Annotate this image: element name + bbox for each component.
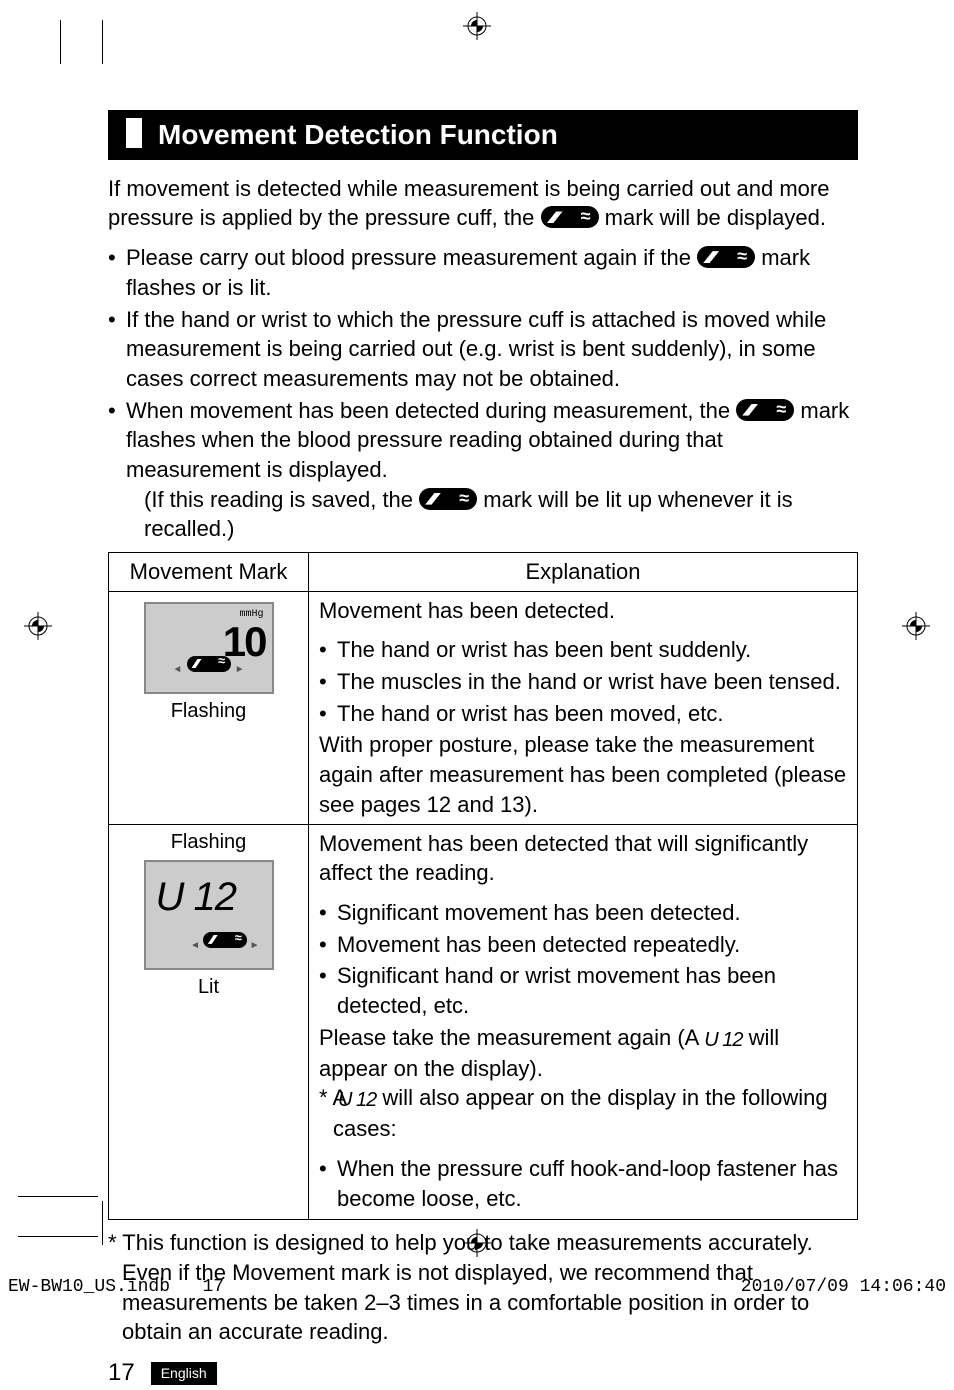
movement-mark-icon [187,656,231,672]
explanation-text: With proper posture, please take the mea… [319,730,847,819]
text-fragment: Please take the measurement again (A [319,1025,704,1050]
explanation-list: When the pressure cuff hook-and-loop fas… [319,1154,847,1213]
print-imprint: EW-BW10_US.indb 17 2010/07/09 14:06:40 [0,1275,954,1299]
movement-mark-icon [736,399,794,421]
explanation-cell: Movement has been detected that will sig… [309,824,858,1220]
movement-mark-cell: Flashing U 12 ◄ ► Lit [109,824,309,1220]
movement-mark-icon [541,206,599,228]
mark-state-label: Flashing [119,829,298,856]
bullet-subtext: (If this reading is saved, the mark will… [126,485,858,544]
movement-mark-icon [419,488,477,510]
language-badge: English [151,1362,217,1385]
text-fragment: will also appear on the display in the f… [333,1085,828,1141]
lcd-display-icon: U 12 ◄ ► [144,860,274,970]
lcd-movement-indicator: ◄ ► [146,652,272,682]
crop-mark [18,1196,98,1197]
lcd-movement-indicator: ◄ ► [190,926,259,956]
movement-mark-cell: mmHg 10 ◄ ► Flashing [109,591,309,824]
u12-glyph-icon: U 12 [352,1087,376,1114]
bullet-item: If the hand or wrist to which the pressu… [108,305,858,394]
page-footer: 17 English [108,1357,858,1389]
explanation-item: When the pressure cuff hook-and-loop fas… [319,1154,847,1213]
crop-mark [60,20,61,64]
explanation-cell: Movement has been detected. The hand or … [309,591,858,824]
explanation-text: Movement has been detected that will sig… [319,829,847,888]
explanation-text: Movement has been detected. [319,596,847,626]
crop-mark [18,1236,98,1237]
heading-text: Movement Detection Function [158,119,558,150]
bullet-item: Please carry out blood pressure measurem… [108,243,858,302]
explanation-text: Please take the measurement again (A U 1… [319,1023,847,1084]
table-header: Explanation [309,553,858,592]
explanation-item: Significant movement has been detected. [319,898,847,928]
bullet-list: Please carry out blood pressure measurem… [108,243,858,544]
explanation-item: The muscles in the hand or wrist have be… [319,667,847,697]
crop-mark [102,20,103,64]
explanation-item: Significant hand or wrist movement has b… [319,961,847,1020]
imprint-page: 17 [202,1277,224,1297]
table-row: mmHg 10 ◄ ► Flashing Movement has been d… [109,591,858,824]
explanation-text: * A U 12 will also appear on the display… [319,1083,847,1144]
intro-text-b: mark will be displayed. [605,205,826,230]
explanation-item: Movement has been detected repeatedly. [319,930,847,960]
imprint-file: EW-BW10_US.indb [8,1277,170,1297]
imprint-left: EW-BW10_US.indb 17 [8,1275,224,1299]
mark-state-label: Flashing [119,698,298,725]
page-content: Movement Detection Function If movement … [108,110,858,1390]
registration-mark-icon [902,612,930,640]
movement-mark-table: Movement Mark Explanation mmHg 10 ◄ ► Fl… [108,552,858,1220]
table-header: Movement Mark [109,553,309,592]
page-number: 17 [108,1357,135,1389]
imprint-datetime: 2010/07/09 14:06:40 [741,1275,946,1299]
table-row: Flashing U 12 ◄ ► Lit Movement has been … [109,824,858,1220]
bullet-text: When movement has been detected during m… [126,398,736,423]
movement-mark-icon [203,932,247,948]
bullet-text: (If this reading is saved, the [144,487,419,512]
bullet-item: When movement has been detected during m… [108,396,858,544]
bullet-text: Please carry out blood pressure measurem… [126,245,697,270]
section-heading: Movement Detection Function [108,110,858,160]
mark-state-label: Lit [119,974,298,1001]
explanation-list: The hand or wrist has been bent suddenly… [319,635,847,728]
crop-mark [102,1201,103,1245]
table-header-row: Movement Mark Explanation [109,553,858,592]
u12-glyph-icon: U 12 [704,1027,742,1054]
registration-mark-icon [463,12,491,40]
explanation-list: Significant movement has been detected. … [319,898,847,1021]
lcd-value: U 12 [156,870,237,924]
registration-mark-icon [24,612,52,640]
lcd-display-icon: mmHg 10 ◄ ► [144,602,274,694]
intro-paragraph: If movement is detected while measuremen… [108,174,858,233]
explanation-item: The hand or wrist has been moved, etc. [319,699,847,729]
explanation-item: The hand or wrist has been bent suddenly… [319,635,847,665]
movement-mark-icon [697,246,755,268]
